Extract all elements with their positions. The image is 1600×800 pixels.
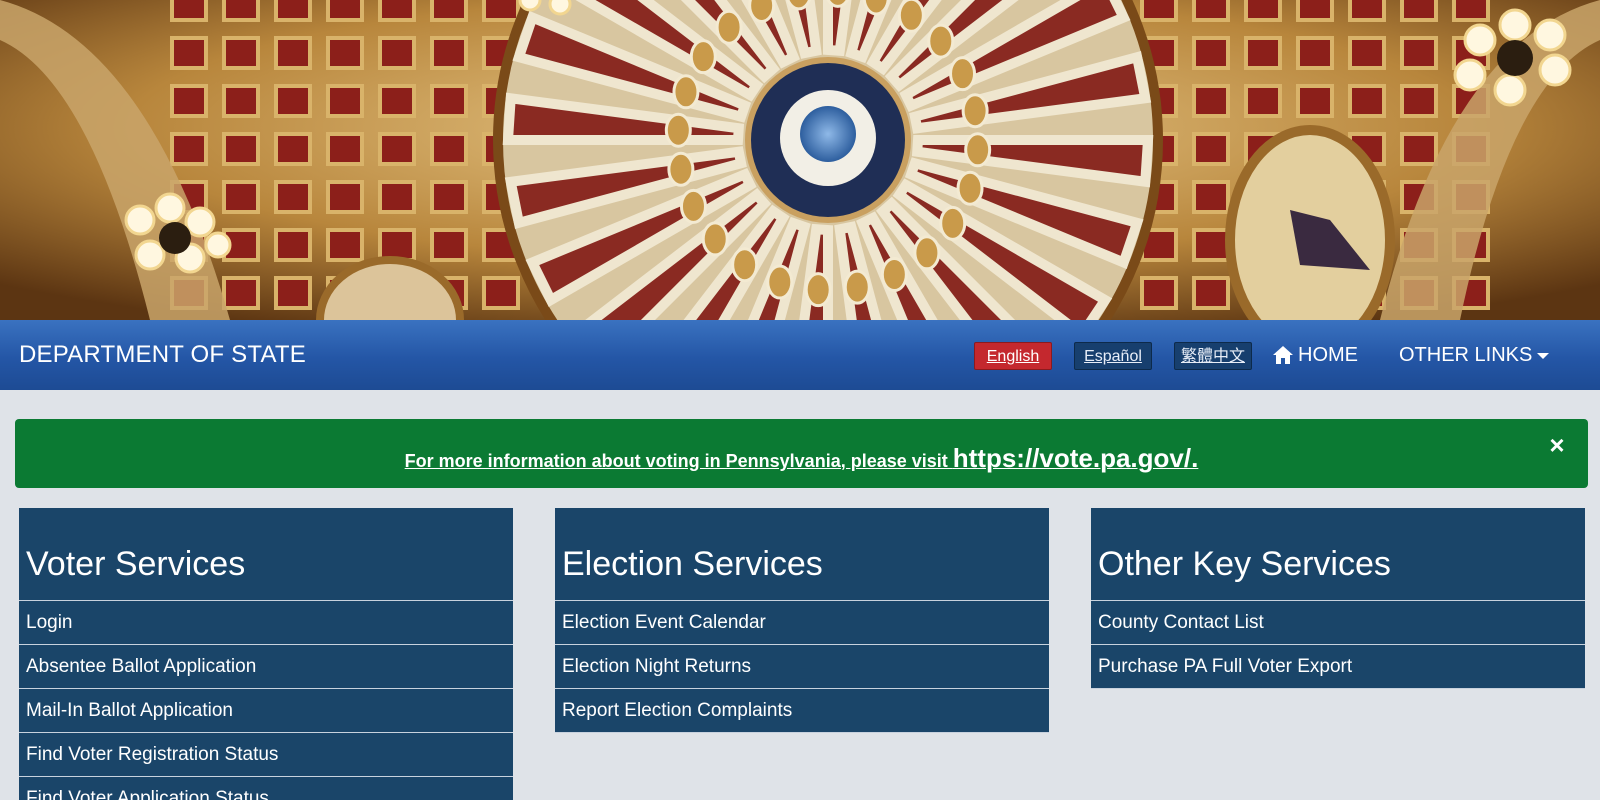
voter-services-item-absentee[interactable]: Absentee Ballot Application <box>19 645 513 689</box>
other-services-item-county-contacts[interactable]: County Contact List <box>1091 601 1585 645</box>
alert-text-prefix: For more information about voting in Pen… <box>404 451 953 471</box>
close-icon[interactable]: × <box>1544 432 1570 458</box>
site-brand[interactable]: DEPARTMENT OF STATE <box>19 320 306 390</box>
voter-services-item-login[interactable]: Login <box>19 601 513 645</box>
hero-dome-image <box>0 0 1600 320</box>
language-spanish-button[interactable]: Español <box>1074 342 1152 370</box>
nav-other-links-dropdown[interactable]: OTHER LINKS <box>1399 320 1550 390</box>
nav-home-label: HOME <box>1298 344 1358 366</box>
other-key-services-title: Other Key Services <box>1091 508 1585 601</box>
voter-services-title: Voter Services <box>19 508 513 601</box>
alert-vote-link[interactable]: For more information about voting in Pen… <box>15 443 1588 474</box>
info-alert-banner: For more information about voting in Pen… <box>15 419 1588 488</box>
election-services-panel: Election Services Election Event Calenda… <box>555 508 1049 733</box>
other-services-item-voter-export[interactable]: Purchase PA Full Voter Export <box>1091 645 1585 689</box>
top-navbar: DEPARTMENT OF STATE English Español 繁體中文… <box>0 320 1600 390</box>
election-services-item-complaints[interactable]: Report Election Complaints <box>555 689 1049 733</box>
election-services-item-calendar[interactable]: Election Event Calendar <box>555 601 1049 645</box>
nav-other-links-label: OTHER LINKS <box>1399 344 1533 366</box>
voter-services-item-registration-status[interactable]: Find Voter Registration Status <box>19 733 513 777</box>
voter-services-item-application-status[interactable]: Find Voter Application Status <box>19 777 513 800</box>
dome-illustration <box>0 0 1600 320</box>
voter-services-item-mail-in[interactable]: Mail-In Ballot Application <box>19 689 513 733</box>
nav-home-link[interactable]: HOME <box>1272 320 1358 390</box>
other-key-services-panel: Other Key Services County Contact List P… <box>1091 508 1585 689</box>
alert-url: https://vote.pa.gov/. <box>952 443 1199 473</box>
voter-services-panel: Voter Services Login Absentee Ballot App… <box>19 508 513 800</box>
language-chinese-button[interactable]: 繁體中文 <box>1174 342 1252 370</box>
caret-down-icon <box>1537 353 1550 359</box>
election-services-title: Election Services <box>555 508 1049 601</box>
election-services-item-night-returns[interactable]: Election Night Returns <box>555 645 1049 689</box>
language-english-button[interactable]: English <box>974 342 1052 370</box>
home-icon <box>1273 346 1293 364</box>
